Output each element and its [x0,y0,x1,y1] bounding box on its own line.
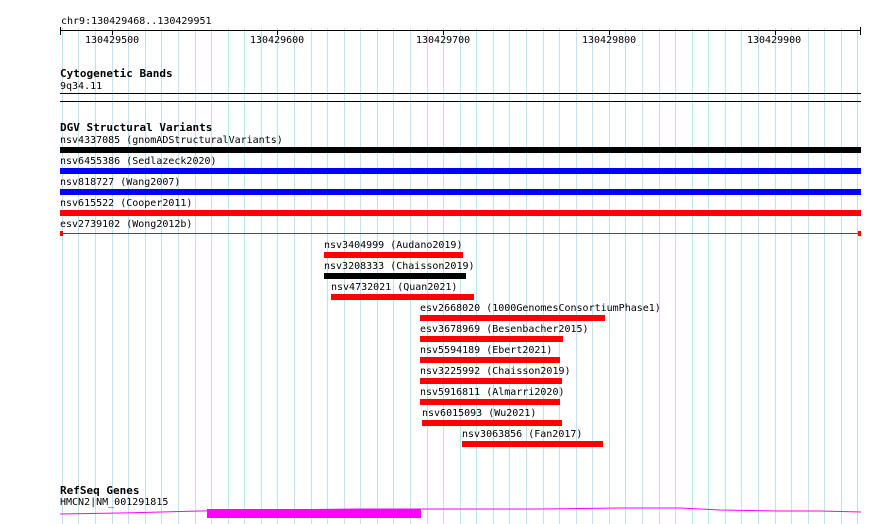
ruler-tick-label: 130429900 [747,35,802,46]
genome-browser-view: chr9:130429468..130429951 130429500 1304… [0,0,890,524]
variant-feature[interactable] [420,336,563,342]
variant-label: nsv6455386 (Sedlazeck2020) [60,156,217,167]
gene-model[interactable] [60,506,862,520]
variant-feature[interactable] [324,252,463,258]
variant-label: nsv6015093 (Wu2021) [422,408,537,419]
variant-label: nsv615522 (Cooper2011) [60,198,193,209]
variant-feature[interactable] [422,420,562,426]
variant-label: nsv3225992 (Chaisson2019) [420,366,571,377]
variant-label: nsv4337085 (gnomADStructuralVariants) [60,135,283,146]
variant-label: nsv3208333 (Chaisson2019) [324,261,475,272]
variant-feature[interactable] [60,168,861,174]
cytoband-label: 9q34.11 [60,81,103,92]
variant-feature[interactable] [420,315,605,321]
variant-feature[interactable] [60,189,861,195]
dgv-track-title[interactable]: DGV Structural Variants [60,122,212,134]
variant-feature[interactable] [60,210,861,216]
variant-feature[interactable] [420,357,560,363]
location-label: chr9:130429468..130429951 [61,16,212,27]
variant-label: esv2668020 (1000GenomesConsortiumPhase1) [420,303,661,314]
gene-exon [207,509,421,518]
ruler-tick-label: 130429500 [85,35,140,46]
variant-label: nsv5916811 (Almarri2020) [420,387,565,398]
ruler-axis [60,30,861,31]
variant-label: nsv5594189 (Ebert2021) [420,345,553,356]
gene-intron-line [60,507,862,515]
variant-feature[interactable] [324,273,466,279]
variant-feature[interactable] [60,147,861,153]
ruler-tick-label: 130429700 [416,35,471,46]
variant-feature[interactable] [420,399,560,405]
refseq-track-title[interactable]: RefSeq Genes [60,485,139,497]
variant-feature[interactable] [462,441,603,447]
variant-label: esv2739102 (Wong2012b) [60,219,193,230]
variant-label: nsv818727 (Wang2007) [60,177,181,188]
variant-label: nsv4732021 (Quan2021) [331,282,458,293]
variant-label: esv3678969 (Besenbacher2015) [420,324,589,335]
cytoband-top-line [60,93,861,94]
ruler-tick-label: 130429600 [250,35,305,46]
cytobands-track-title[interactable]: Cytogenetic Bands [60,68,173,80]
ruler-tick-label: 130429800 [582,35,637,46]
variant-label: nsv3404999 (Audano2019) [324,240,463,251]
cytoband-bottom-line [60,101,861,102]
variant-label: nsv3063856 (Fan2017) [462,429,583,440]
variant-feature[interactable] [420,378,562,384]
variant-feature[interactable] [331,294,474,300]
